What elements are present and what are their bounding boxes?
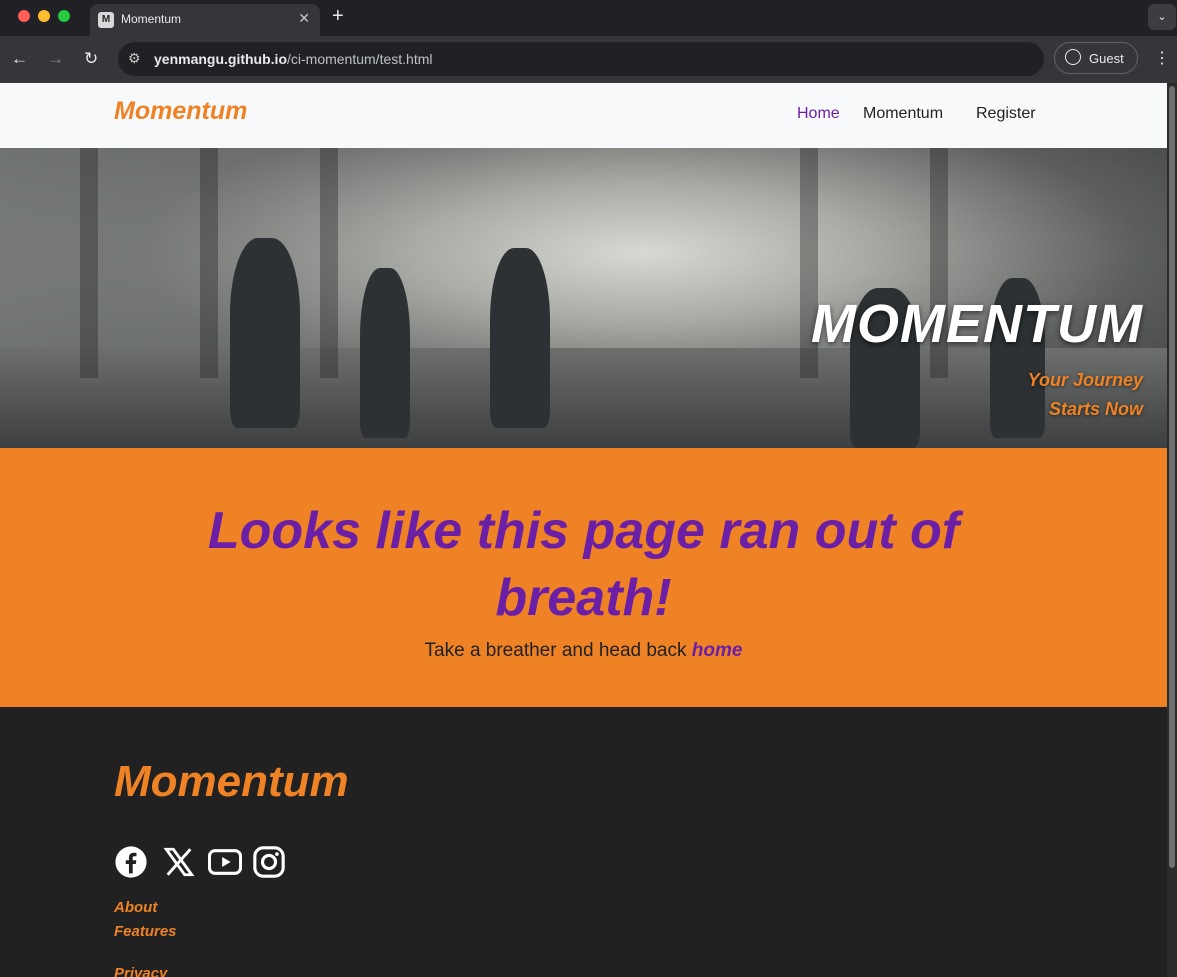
not-found-heading: Looks like this page ran out of breath! <box>207 502 960 627</box>
address-bar[interactable]: ⚙ yenmangu.github.io/ci-momentum/test.ht… <box>118 42 1044 76</box>
site-footer: Momentum About Features Privacy <box>0 707 1167 977</box>
close-tab-icon[interactable]: ✕ <box>298 10 310 27</box>
new-tab-icon[interactable]: + <box>332 5 344 28</box>
profile-label: Guest <box>1089 51 1124 66</box>
instagram-icon[interactable] <box>252 845 286 879</box>
browser-toolbar: ← → ↻ ⚙ yenmangu.github.io/ci-momentum/t… <box>0 36 1177 83</box>
not-found-text: Take a breather and head back home <box>0 640 1167 662</box>
hero-window-frame <box>320 148 338 378</box>
favicon-icon: M <box>98 12 114 28</box>
nav-link-home[interactable]: Home <box>797 105 840 123</box>
hero-window-frame <box>80 148 98 378</box>
hero-figure <box>360 268 410 438</box>
site-navbar: Momentum Home Momentum Register <box>0 83 1167 148</box>
profile-button[interactable]: Guest <box>1054 42 1138 74</box>
hero-window-frame <box>200 148 218 378</box>
close-window-button[interactable] <box>18 10 30 22</box>
youtube-icon[interactable] <box>208 845 242 879</box>
tab-title: Momentum <box>121 12 182 26</box>
not-found-section: Looks like this page ran out of breath! … <box>0 448 1167 707</box>
reload-icon[interactable]: ↻ <box>84 49 98 69</box>
scrollbar-thumb[interactable] <box>1169 86 1175 868</box>
facebook-icon[interactable] <box>114 845 148 879</box>
nav-link-momentum[interactable]: Momentum <box>863 105 943 123</box>
hero-figure <box>490 248 550 428</box>
hero-subtitle: Your Journey Starts Now <box>943 366 1143 424</box>
more-menu-icon[interactable]: ⋮ <box>1154 48 1170 68</box>
hero-subtitle-line: Your Journey <box>1027 370 1143 390</box>
footer-brand: Momentum <box>114 757 349 806</box>
hero-subtitle-line: Starts Now <box>1048 399 1143 419</box>
page-viewport: Momentum Home Momentum Register MOMENTUM… <box>0 83 1167 977</box>
browser-tab[interactable]: M Momentum ✕ <box>90 4 320 36</box>
footer-link-features[interactable]: Features <box>114 923 177 940</box>
browser-tab-bar: M Momentum ✕ + ⌄ <box>0 0 1177 36</box>
maximize-window-button[interactable] <box>58 10 70 22</box>
tab-search-icon[interactable]: ⌄ <box>1148 4 1176 30</box>
forward-icon[interactable]: → <box>47 49 64 69</box>
hero-title: MOMENTUM <box>811 294 1143 354</box>
url-text: yenmangu.github.io/ci-momentum/test.html <box>154 51 433 67</box>
home-link[interactable]: home <box>692 640 743 661</box>
x-icon[interactable] <box>162 845 196 879</box>
navbar-brand[interactable]: Momentum <box>114 97 247 126</box>
footer-link-about[interactable]: About <box>114 899 157 916</box>
not-found-message: Take a breather and head back <box>424 640 692 661</box>
hero-banner: MOMENTUM Your Journey Starts Now <box>0 148 1167 448</box>
nav-link-register[interactable]: Register <box>976 105 1036 123</box>
footer-link-privacy[interactable]: Privacy <box>114 965 167 977</box>
profile-icon <box>1065 49 1081 65</box>
site-info-icon[interactable]: ⚙ <box>128 50 141 67</box>
back-icon[interactable]: ← <box>11 49 28 69</box>
minimize-window-button[interactable] <box>38 10 50 22</box>
hero-figure <box>230 238 300 428</box>
page-scrollbar[interactable] <box>1167 83 1177 977</box>
